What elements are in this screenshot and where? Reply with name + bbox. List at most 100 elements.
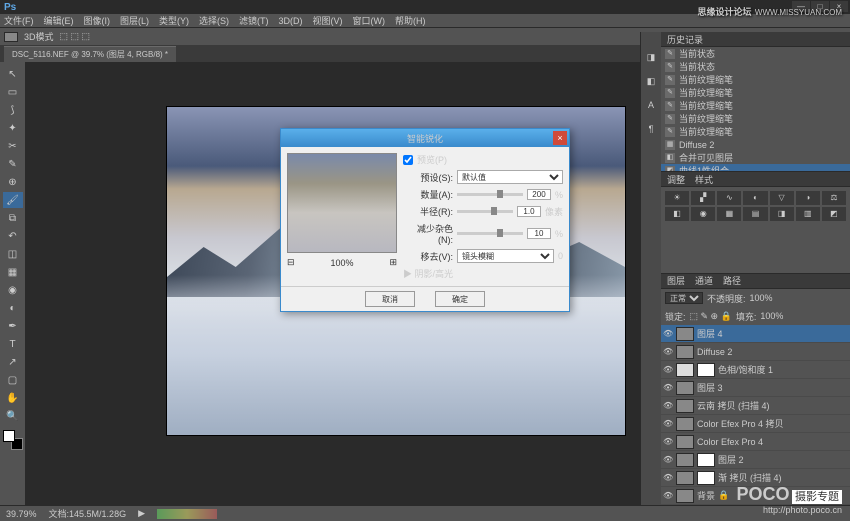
panel-icon[interactable]: ¶ [644,124,658,138]
visibility-icon[interactable]: 👁 [663,347,673,357]
hand-tool[interactable]: ✋ [3,390,23,406]
layer-row[interactable]: 👁图层 2 [661,451,850,469]
adj-balance[interactable]: ⚖ [822,191,846,205]
gradient-tool[interactable]: ▦ [3,264,23,280]
blend-mode-select[interactable]: 正常 [665,292,703,304]
menu-help[interactable]: 帮助(H) [395,14,426,27]
dialog-close-button[interactable]: × [553,131,567,145]
adj-mixer[interactable]: ▦ [717,207,741,221]
marquee-tool[interactable]: ▭ [3,84,23,100]
menu-edit[interactable]: 编辑(E) [44,14,74,27]
shape-tool[interactable]: ▢ [3,372,23,388]
layers-panel-header[interactable]: 图层通道路径 [661,274,850,289]
menu-filter[interactable]: 滤镜(T) [239,14,269,27]
path-tool[interactable]: ↗ [3,354,23,370]
menu-type[interactable]: 类型(Y) [159,14,189,27]
adj-photo[interactable]: ◉ [691,207,715,221]
menu-view[interactable]: 视图(V) [313,14,343,27]
zoom-tool[interactable]: 🔍 [3,408,23,424]
wand-tool[interactable]: ✦ [3,120,23,136]
history-brush-tool[interactable]: ↶ [3,228,23,244]
dialog-titlebar[interactable]: 智能锐化 × [281,129,569,147]
visibility-icon[interactable]: 👁 [663,365,673,375]
history-item[interactable]: ◧合并可见图层 [661,151,850,164]
layer-row[interactable]: 👁Diffuse 2 [661,343,850,361]
type-tool[interactable]: T [3,336,23,352]
visibility-icon[interactable]: 👁 [663,401,673,411]
history-item[interactable]: ▦Diffuse 2 [661,138,850,151]
zoom-in-button[interactable]: ⊞ [389,257,397,268]
ok-button[interactable]: 确定 [435,291,485,307]
noise-slider[interactable] [457,232,523,235]
preview-image[interactable] [287,153,397,253]
visibility-icon[interactable]: 👁 [663,419,673,429]
adj-threshold[interactable]: ◩ [822,207,846,221]
heal-tool[interactable]: ⊕ [3,174,23,190]
panel-icon[interactable]: ◨ [644,52,658,66]
move-tool[interactable]: ↖ [3,66,23,82]
amount-value[interactable]: 200 [527,189,551,200]
menu-image[interactable]: 图像(I) [84,14,111,27]
history-item[interactable]: ✎当前状态 [661,60,850,73]
visibility-icon[interactable]: 👁 [663,455,673,465]
layer-row[interactable]: 👁Color Efex Pro 4 [661,433,850,451]
stamp-tool[interactable]: ⧉ [3,210,23,226]
color-swatches[interactable] [3,430,23,450]
menu-file[interactable]: 文件(F) [4,14,34,27]
history-item[interactable]: ✎当前状态 [661,47,850,60]
visibility-icon[interactable]: 👁 [663,329,673,339]
brush-tool[interactable]: 🖌 [3,192,23,208]
zoom-out-button[interactable]: ⊟ [287,257,295,268]
history-item[interactable]: ✎当前纹理缩笔 [661,99,850,112]
menu-window[interactable]: 窗口(W) [353,14,386,27]
adj-bw[interactable]: ◧ [665,207,689,221]
layer-row[interactable]: 👁云南 拷贝 (扫描 4) [661,397,850,415]
adj-invert[interactable]: ◨ [770,207,794,221]
history-item[interactable]: ✎当前纹理缩笔 [661,112,850,125]
history-panel-header[interactable]: 历史记录 [661,32,850,47]
adj-exposure[interactable]: ◐ [743,191,767,205]
visibility-icon[interactable]: 👁 [663,491,673,501]
adj-lookup[interactable]: ▤ [743,207,767,221]
adj-poster[interactable]: ▥ [796,207,820,221]
tool-preset[interactable] [4,32,18,42]
visibility-icon[interactable]: 👁 [663,437,673,447]
adj-levels[interactable]: ▞ [691,191,715,205]
visibility-icon[interactable]: 👁 [663,383,673,393]
adj-vibrance[interactable]: ▽ [770,191,794,205]
panel-icon[interactable]: A [644,100,658,114]
adj-hue[interactable]: ◑ [796,191,820,205]
layer-row[interactable]: 👁图层 4 [661,325,850,343]
amount-slider[interactable] [457,193,523,196]
adj-brightness[interactable]: ☀ [665,191,689,205]
history-item[interactable]: ✎当前纹理缩笔 [661,86,850,99]
preset-select[interactable]: 默认值 [457,170,563,184]
history-item[interactable]: ◩曲线1性组合 [661,164,850,172]
crop-tool[interactable]: ✂ [3,138,23,154]
history-item[interactable]: ✎当前纹理缩笔 [661,73,850,86]
menu-select[interactable]: 选择(S) [199,14,229,27]
dodge-tool[interactable]: ◐ [3,300,23,316]
fg-color[interactable] [3,430,15,442]
adjust-panel-header[interactable]: 调整样式 [661,172,850,187]
menu-3d[interactable]: 3D(D) [279,16,303,26]
blur-tool[interactable]: ◉ [3,282,23,298]
noise-value[interactable]: 10 [527,228,551,239]
pen-tool[interactable]: ✒ [3,318,23,334]
zoom-level[interactable]: 39.79% [6,509,37,519]
eraser-tool[interactable]: ◫ [3,246,23,262]
lasso-tool[interactable]: ⟆ [3,102,23,118]
remove-select[interactable]: 镜头模糊 [457,249,554,263]
menu-layer[interactable]: 图层(L) [120,14,149,27]
layer-row[interactable]: 👁图层 3 [661,379,850,397]
eyedropper-tool[interactable]: ✎ [3,156,23,172]
history-item[interactable]: ✎当前纹理缩笔 [661,125,850,138]
radius-slider[interactable] [457,210,513,213]
layer-row[interactable]: 👁色相/饱和度 1 [661,361,850,379]
document-tab[interactable]: DSC_5116.NEF @ 39.7% (图层 4, RGB/8) * [4,46,176,62]
visibility-icon[interactable]: 👁 [663,473,673,483]
adj-curves[interactable]: ∿ [717,191,741,205]
cancel-button[interactable]: 取消 [365,291,415,307]
shadow-highlight-toggle[interactable]: ▶ 阴影/高光 [403,267,453,280]
radius-value[interactable]: 1.0 [517,206,541,217]
